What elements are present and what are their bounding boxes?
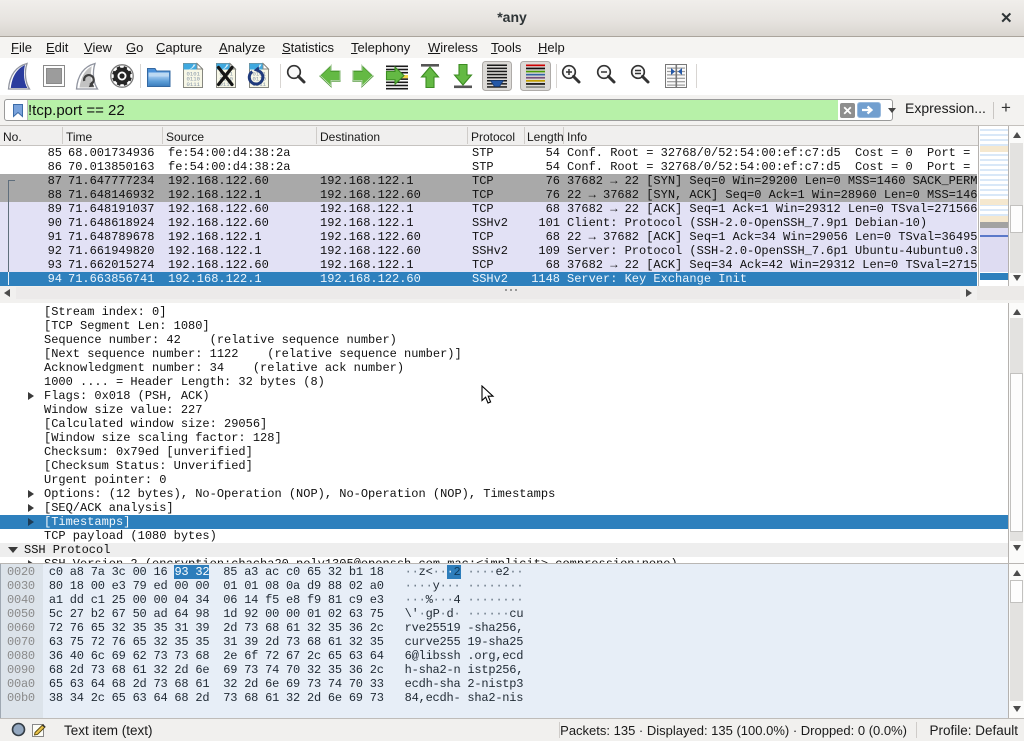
svg-text:0111: 0111 [187, 81, 201, 88]
